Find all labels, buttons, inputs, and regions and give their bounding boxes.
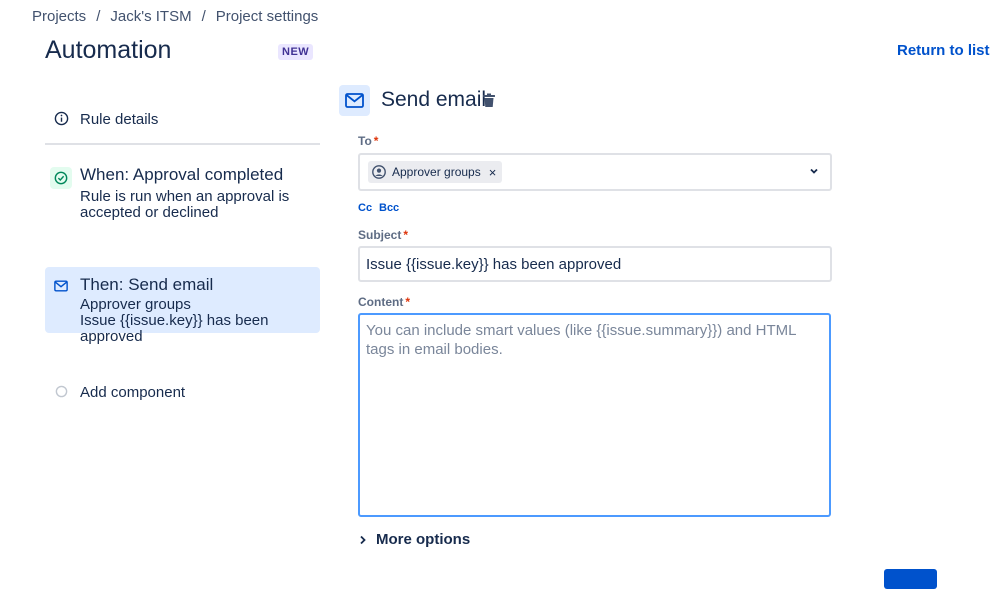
chevron-down-icon[interactable] bbox=[808, 164, 820, 182]
rule-details-item[interactable]: Rule details bbox=[45, 104, 320, 134]
add-component-item[interactable]: Add component bbox=[45, 380, 320, 404]
content-field-label: Content * bbox=[358, 295, 410, 309]
breadcrumb-separator: / bbox=[201, 8, 206, 25]
divider bbox=[45, 143, 320, 145]
empty-circle-icon bbox=[55, 385, 68, 403]
check-circle-icon bbox=[50, 167, 72, 189]
return-to-list-link[interactable]: Return to list bbox=[897, 42, 990, 59]
subject-field-label: Subject * bbox=[358, 228, 409, 242]
action-step-title: Then: Send email bbox=[80, 275, 214, 294]
breadcrumb-projects[interactable]: Projects bbox=[32, 8, 86, 25]
rule-details-label: Rule details bbox=[80, 110, 159, 128]
breadcrumb-separator: / bbox=[96, 8, 101, 25]
more-options-toggle[interactable]: More options bbox=[358, 531, 470, 548]
trigger-description-line2: accepted or declined bbox=[80, 204, 219, 221]
page-title: Automation bbox=[45, 36, 172, 64]
trigger-step[interactable]: When: Approval completed Rule is run whe… bbox=[45, 165, 320, 227]
chevron-right-icon bbox=[358, 534, 368, 546]
mail-icon bbox=[339, 85, 370, 116]
subject-input[interactable] bbox=[358, 246, 832, 282]
action-title: Send email bbox=[381, 88, 487, 111]
cc-link[interactable]: Cc bbox=[358, 202, 372, 214]
action-step-send-email[interactable]: Then: Send email Approver groups Issue {… bbox=[45, 267, 320, 345]
breadcrumb-project-settings[interactable]: Project settings bbox=[216, 8, 319, 25]
content-textarea[interactable] bbox=[358, 313, 831, 517]
info-icon bbox=[54, 111, 69, 131]
action-step-description-line2: Issue {{issue.key}} has been approved bbox=[80, 312, 269, 345]
user-avatar-icon bbox=[372, 165, 386, 179]
to-field-label: To * bbox=[358, 134, 379, 148]
save-button[interactable] bbox=[884, 569, 937, 589]
trigger-description-line1: Rule is run when an approval is bbox=[80, 188, 290, 205]
trash-icon[interactable] bbox=[482, 93, 496, 113]
add-component-label: Add component bbox=[80, 383, 186, 401]
breadcrumb-project[interactable]: Jack's ITSM bbox=[110, 8, 191, 25]
bcc-link[interactable]: Bcc bbox=[379, 202, 399, 214]
to-recipients-select[interactable]: Approver groups × bbox=[358, 153, 832, 191]
trigger-title: When: Approval completed bbox=[80, 165, 284, 184]
breadcrumb: Projects / Jack's ITSM / Project setting… bbox=[32, 8, 318, 25]
recipient-chip-label: Approver groups bbox=[392, 165, 481, 179]
mail-icon bbox=[50, 275, 72, 297]
new-badge: NEW bbox=[278, 44, 314, 60]
remove-chip-icon[interactable]: × bbox=[487, 165, 499, 180]
recipient-chip: Approver groups × bbox=[368, 161, 503, 183]
action-step-description-line1: Approver groups bbox=[80, 296, 191, 313]
more-options-label: More options bbox=[376, 531, 471, 548]
